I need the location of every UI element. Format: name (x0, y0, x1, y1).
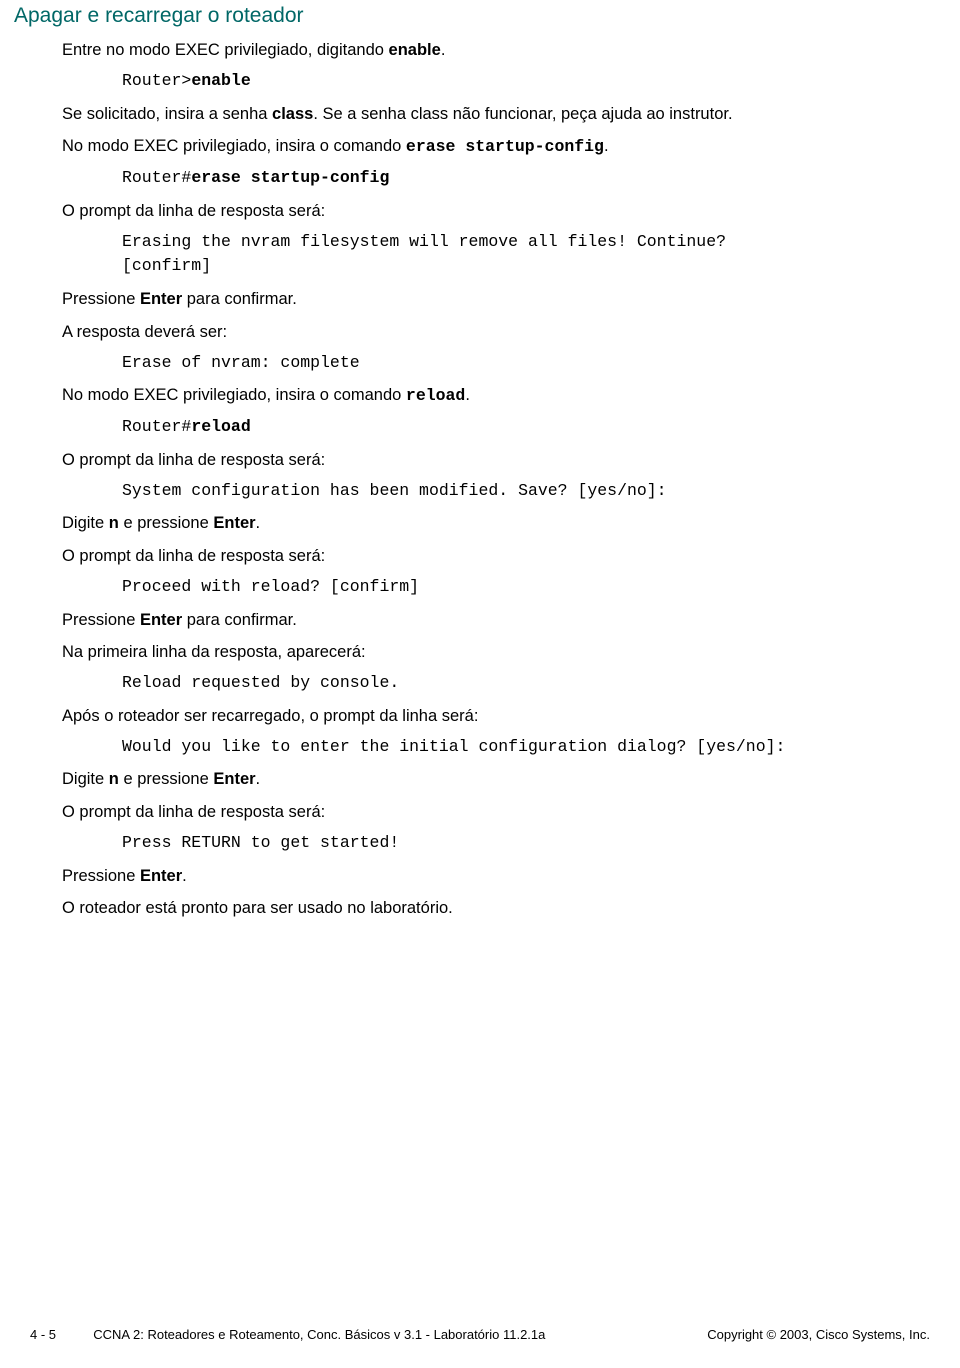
footer-copyright: Copyright © 2003, Cisco Systems, Inc. (707, 1327, 930, 1342)
footer-doc-title: CCNA 2: Roteadores e Roteamento, Conc. B… (93, 1327, 545, 1342)
text: . (256, 514, 261, 532)
code-bold: enable (191, 71, 250, 90)
paragraph: Entre no modo EXEC privilegiado, digitan… (62, 38, 930, 63)
paragraph: Na primeira linha da resposta, aparecerá… (62, 640, 930, 665)
text: para confirmar. (182, 611, 297, 629)
code-text: Router> (122, 71, 191, 90)
code-text: Router# (122, 168, 191, 187)
text: Pressione (62, 290, 140, 308)
code-text: Router# (122, 417, 191, 436)
paragraph: Digite n e pressione Enter. (62, 511, 930, 536)
body-content: Entre no modo EXEC privilegiado, digitan… (62, 38, 930, 921)
mono-bold: reload (406, 386, 465, 405)
text: Se solicitado, insira a senha (62, 105, 272, 123)
text: No modo EXEC privilegiado, insira o coma… (62, 386, 406, 404)
paragraph: No modo EXEC privilegiado, insira o coma… (62, 383, 930, 409)
code-block: Proceed with reload? [confirm] (122, 575, 930, 600)
code-bold: reload (191, 417, 250, 436)
code-block: System configuration has been modified. … (122, 479, 930, 504)
bold-text: n (109, 514, 119, 532)
text: para confirmar. (182, 290, 297, 308)
text: Pressione (62, 611, 140, 629)
text: Entre no modo EXEC privilegiado, digitan… (62, 41, 389, 59)
text: Digite (62, 770, 109, 788)
bold-text: Enter (140, 290, 182, 308)
code-block: Press RETURN to get started! (122, 831, 930, 856)
text: No modo EXEC privilegiado, insira o coma… (62, 137, 406, 155)
paragraph: Digite n e pressione Enter. (62, 767, 930, 792)
text: . (604, 137, 609, 155)
code-block: Router#erase startup-config (122, 166, 930, 191)
paragraph: Pressione Enter para confirmar. (62, 287, 930, 312)
page: Apagar e recarregar o roteador Entre no … (0, 0, 960, 1368)
text: . (441, 41, 446, 59)
paragraph: O prompt da linha de resposta será: (62, 544, 930, 569)
paragraph: O prompt da linha de resposta será: (62, 448, 930, 473)
paragraph: O prompt da linha de resposta será: (62, 199, 930, 224)
code-block: Erase of nvram: complete (122, 351, 930, 376)
bold-text: Enter (213, 514, 255, 532)
paragraph: Após o roteador ser recarregado, o promp… (62, 704, 930, 729)
text: . Se a senha class não funcionar, peça a… (313, 105, 732, 123)
paragraph: Se solicitado, insira a senha class. Se … (62, 102, 930, 127)
page-footer: 4 - 5 CCNA 2: Roteadores e Roteamento, C… (30, 1327, 930, 1342)
bold-text: Enter (213, 770, 255, 788)
text: Pressione (62, 867, 140, 885)
code-block: Erasing the nvram filesystem will remove… (122, 230, 930, 280)
code-block: Would you like to enter the initial conf… (122, 735, 930, 760)
paragraph: O roteador está pronto para ser usado no… (62, 896, 930, 921)
paragraph: No modo EXEC privilegiado, insira o coma… (62, 134, 930, 160)
paragraph: Pressione Enter. (62, 864, 930, 889)
bold-text: enable (389, 41, 441, 59)
bold-text: class (272, 105, 313, 123)
bold-text: n (109, 770, 119, 788)
footer-left-group: 4 - 5 CCNA 2: Roteadores e Roteamento, C… (30, 1327, 545, 1342)
mono-bold: erase startup-config (406, 137, 604, 156)
text: e pressione (119, 514, 213, 532)
text: e pressione (119, 770, 213, 788)
paragraph: O prompt da linha de resposta será: (62, 800, 930, 825)
text: . (465, 386, 470, 404)
section-title: Apagar e recarregar o roteador (14, 4, 930, 28)
text: . (256, 770, 261, 788)
code-bold: erase startup-config (191, 168, 389, 187)
footer-page-number: 4 - 5 (30, 1327, 56, 1342)
text: . (182, 867, 187, 885)
code-block: Router>enable (122, 69, 930, 94)
paragraph: A resposta deverá ser: (62, 320, 930, 345)
bold-text: Enter (140, 867, 182, 885)
code-block: Reload requested by console. (122, 671, 930, 696)
bold-text: Enter (140, 611, 182, 629)
code-block: Router#reload (122, 415, 930, 440)
text: Digite (62, 514, 109, 532)
paragraph: Pressione Enter para confirmar. (62, 608, 930, 633)
